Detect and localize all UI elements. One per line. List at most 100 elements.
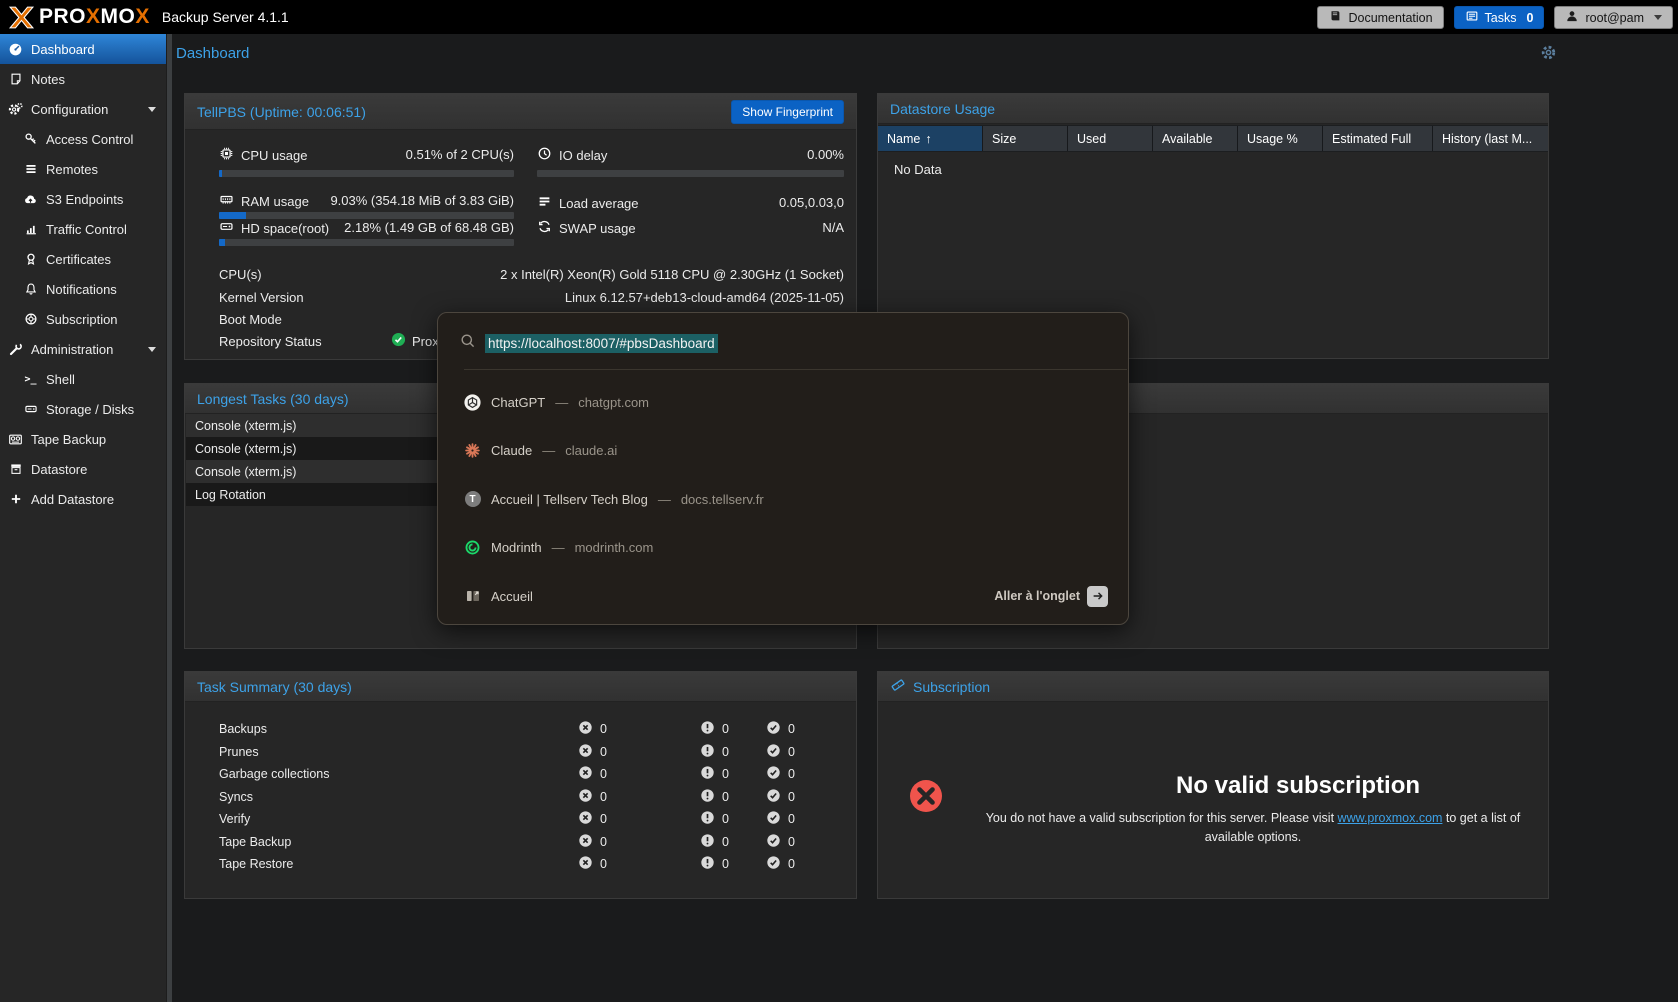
warning-count[interactable]: 0: [722, 722, 729, 736]
warning-count[interactable]: 0: [722, 835, 729, 849]
sidebar-item-tape-backup[interactable]: Tape Backup: [0, 424, 166, 454]
sidebar-item-traffic-control[interactable]: Traffic Control: [0, 214, 166, 244]
ok-count[interactable]: 0: [788, 835, 795, 849]
task-summary-row: Backups 0 0 0: [185, 718, 858, 741]
sidebar-item-shell[interactable]: >_ Shell: [0, 364, 166, 394]
sidebar-item-label: Configuration: [31, 102, 108, 117]
tasks-icon: [1465, 9, 1479, 26]
warning-count[interactable]: 0: [722, 767, 729, 781]
sidebar-item-notifications[interactable]: Notifications: [0, 274, 166, 304]
suggestion-accueil-tab[interactable]: Accueil Aller à l'onglet: [438, 579, 1128, 613]
ok-count[interactable]: 0: [788, 767, 795, 781]
ok-circle-icon: [766, 788, 781, 806]
column-header-size[interactable]: Size: [983, 126, 1068, 151]
go-to-tab-button[interactable]: [1087, 586, 1108, 607]
life-ring-icon: [22, 311, 39, 327]
ok-count[interactable]: 0: [788, 812, 795, 826]
user-label: root@pam: [1585, 11, 1644, 25]
sidebar-item-datastore[interactable]: Datastore: [0, 454, 166, 484]
sidebar-item-label: S3 Endpoints: [46, 192, 123, 207]
warning-count[interactable]: 0: [722, 790, 729, 804]
ok-circle-icon: [766, 720, 781, 738]
sidebar-splitter[interactable]: [166, 34, 172, 1002]
error-badge-icon: [908, 778, 944, 819]
error-count[interactable]: 0: [600, 857, 607, 871]
io-delay-value: 0.00%: [675, 147, 844, 162]
gears-icon: [7, 101, 24, 117]
error-count[interactable]: 0: [600, 790, 607, 804]
hard-disk-icon: [22, 401, 39, 417]
warning-count[interactable]: 0: [722, 745, 729, 759]
certificate-icon: [22, 251, 39, 267]
hard-disk-icon: [219, 219, 234, 237]
column-header-estimated-full[interactable]: Estimated Full: [1323, 126, 1433, 151]
top-header: PROXMOX Backup Server 4.1.1 Documentatio…: [0, 0, 1678, 34]
suggestion-modrinth[interactable]: Modrinth — modrinth.com: [438, 531, 1128, 565]
sidebar-item-remotes[interactable]: Remotes: [0, 154, 166, 184]
urlbar-input-row[interactable]: https://localhost:8007/#pbsDashboard: [438, 329, 1128, 357]
error-count[interactable]: 0: [600, 812, 607, 826]
task-summary-row: Prunes 0 0 0: [185, 741, 858, 764]
task-summary-panel: Task Summary (30 days) Backups 0 0 0 Pru…: [184, 671, 857, 899]
sidebar-item-dashboard[interactable]: Dashboard: [0, 34, 166, 64]
cpus-label: CPU(s): [219, 267, 262, 282]
column-header-history[interactable]: History (last M...: [1433, 126, 1548, 151]
user-icon: [1565, 9, 1579, 26]
task-summary-row: Garbage collections 0 0 0: [185, 763, 858, 786]
boot-mode-label: Boot Mode: [219, 312, 282, 327]
sidebar-item-certificates[interactable]: Certificates: [0, 244, 166, 274]
warning-count[interactable]: 0: [722, 812, 729, 826]
column-header-name[interactable]: Name↑: [878, 126, 983, 151]
settings-gear-icon[interactable]: [1540, 44, 1557, 66]
sidebar-item-subscription[interactable]: Subscription: [0, 304, 166, 334]
hd-space-value: 2.18% (1.49 GB of 68.48 GB): [325, 220, 514, 235]
suggestion-tellserv[interactable]: T Accueil | Tellserv Tech Blog — docs.te…: [438, 482, 1128, 516]
cloud-upload-icon: [22, 191, 39, 207]
error-count[interactable]: 0: [600, 745, 607, 759]
sidebar-item-add-datastore[interactable]: Add Datastore: [0, 484, 166, 514]
suggestion-claude[interactable]: Claude — claude.ai: [438, 434, 1128, 468]
show-fingerprint-button[interactable]: Show Fingerprint: [731, 100, 844, 124]
swap-usage-label: SWAP usage: [537, 219, 636, 237]
sidebar-item-access-control[interactable]: Access Control: [0, 124, 166, 154]
sidebar-item-label: Shell: [46, 372, 75, 387]
collapse-caret-icon[interactable]: [148, 347, 156, 352]
url-input-value[interactable]: https://localhost:8007/#pbsDashboard: [485, 334, 718, 353]
column-header-used[interactable]: Used: [1068, 126, 1153, 151]
task-type-label: Tape Restore: [219, 857, 578, 871]
column-header-available[interactable]: Available: [1153, 126, 1238, 151]
ok-count[interactable]: 0: [788, 745, 795, 759]
sidebar-item-administration[interactable]: Administration: [0, 334, 166, 364]
tasks-count-badge: 0: [1527, 11, 1534, 25]
proxmox-logo-icon: [8, 6, 35, 29]
error-circle-icon: [578, 743, 593, 761]
collapse-caret-icon[interactable]: [148, 107, 156, 112]
kernel-version-value: Linux 6.12.57+deb13-cloud-amd64 (2025-11…: [344, 290, 844, 305]
task-type-label: Backups: [219, 722, 578, 736]
warning-circle-icon: [700, 855, 715, 873]
ok-count[interactable]: 0: [788, 790, 795, 804]
ok-count[interactable]: 0: [788, 722, 795, 736]
sidebar-item-notes[interactable]: Notes: [0, 64, 166, 94]
proxmox-link[interactable]: www.proxmox.com: [1338, 811, 1443, 825]
sidebar-item-storage-disks[interactable]: Storage / Disks: [0, 394, 166, 424]
ram-usage-label: RAM usage: [219, 192, 309, 210]
user-menu-button[interactable]: root@pam: [1554, 6, 1673, 29]
warning-circle-icon: [700, 743, 715, 761]
column-header-usage-pct[interactable]: Usage %: [1238, 126, 1323, 151]
tasks-button[interactable]: Tasks 0: [1454, 6, 1545, 29]
task-summary-row: Tape Backup 0 0 0: [185, 831, 858, 854]
breadcrumb: Dashboard: [176, 45, 249, 62]
warning-circle-icon: [700, 788, 715, 806]
error-count[interactable]: 0: [600, 722, 607, 736]
error-count[interactable]: 0: [600, 835, 607, 849]
suggestion-chatgpt[interactable]: ChatGPT — chatgpt.com: [438, 385, 1128, 419]
sidebar-item-s3-endpoints[interactable]: S3 Endpoints: [0, 184, 166, 214]
documentation-button[interactable]: Documentation: [1317, 6, 1443, 29]
error-circle-icon: [578, 855, 593, 873]
error-count[interactable]: 0: [600, 767, 607, 781]
warning-count[interactable]: 0: [722, 857, 729, 871]
wrench-icon: [7, 341, 24, 357]
sidebar-item-configuration[interactable]: Configuration: [0, 94, 166, 124]
ok-count[interactable]: 0: [788, 857, 795, 871]
